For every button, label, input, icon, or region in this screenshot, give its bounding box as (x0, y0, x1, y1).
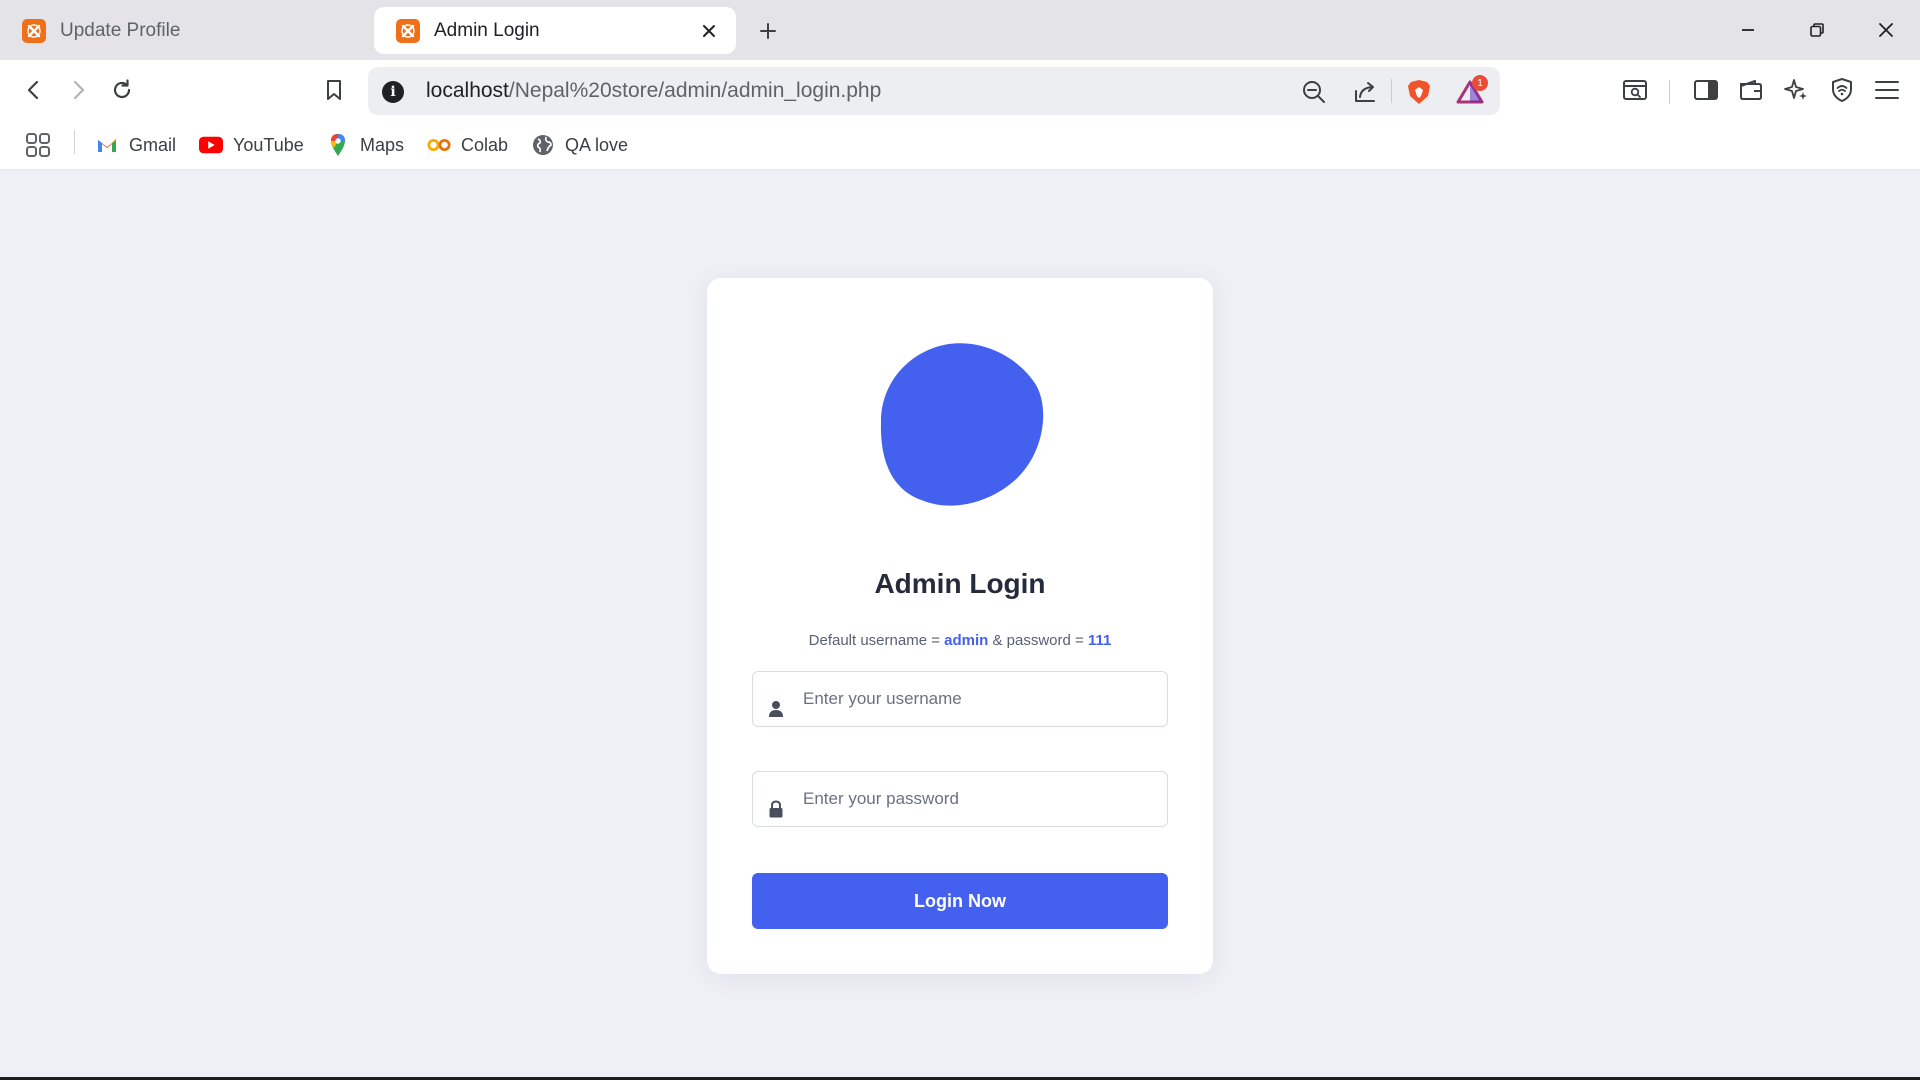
minimize-icon[interactable] (1728, 14, 1768, 46)
bookmark-qa-love[interactable]: QA love (531, 130, 628, 160)
wallet-icon[interactable] (1735, 74, 1767, 106)
youtube-icon (199, 133, 223, 157)
bookmark-label: Gmail (129, 134, 177, 155)
vpn-shield-icon[interactable] (1826, 74, 1858, 106)
username-input[interactable] (803, 672, 1159, 726)
reader-mode-icon[interactable] (1619, 74, 1651, 106)
close-window-icon[interactable] (1866, 14, 1906, 46)
colab-icon (427, 133, 451, 157)
site-info-icon[interactable]: i (382, 81, 404, 103)
brave-shields-icon[interactable] (1404, 77, 1434, 107)
bookmark-label: Colab (461, 134, 509, 155)
share-icon[interactable] (1350, 77, 1380, 107)
forward-icon[interactable] (62, 74, 94, 106)
reload-icon[interactable] (106, 74, 138, 106)
password-field (752, 771, 1168, 827)
tab-admin-login[interactable]: Admin Login (374, 7, 736, 54)
bookmark-label: Maps (360, 134, 405, 155)
bookmark-label: YouTube (233, 134, 304, 155)
login-button[interactable]: Login Now (752, 873, 1168, 929)
username-field (752, 671, 1168, 727)
bookmark-gmail[interactable]: Gmail (95, 130, 176, 160)
bookmarks-bar: Gmail YouTube Maps Colab QA love (0, 120, 1920, 170)
default-credentials-hint: Default username = admin & password = 11… (808, 632, 1112, 649)
maps-icon (326, 133, 350, 157)
user-icon (769, 701, 783, 717)
close-tab-icon[interactable] (698, 20, 720, 42)
login-card: Admin Login Default username = admin & p… (707, 278, 1213, 974)
tab-title: Update Profile (60, 19, 181, 41)
password-input[interactable] (803, 772, 1159, 826)
browser-toolbar: i localhost/Nepal%20store/admin/admin_lo… (0, 60, 1920, 120)
sidebar-toggle-icon[interactable] (1690, 74, 1722, 106)
default-password: 111 (1087, 632, 1112, 649)
apps-grid-icon[interactable] (24, 130, 52, 160)
tab-update-profile[interactable]: Update Profile (0, 7, 360, 54)
bookmark-maps[interactable]: Maps (326, 130, 404, 160)
login-title: Admin Login (874, 568, 1046, 599)
xampp-favicon-icon (396, 18, 420, 43)
tab-title: Admin Login (434, 19, 540, 41)
bookmark-colab[interactable]: Colab (427, 130, 508, 160)
bookmark-youtube[interactable]: YouTube (199, 130, 304, 160)
rewards-badge: 1 (1472, 75, 1488, 91)
url-text[interactable]: localhost/Nepal%20store/admin/admin_logi… (426, 79, 881, 103)
bookmark-icon[interactable] (318, 74, 350, 106)
logo-blob-icon (880, 343, 1044, 506)
back-icon[interactable] (18, 74, 50, 106)
gmail-icon (95, 133, 119, 157)
bookmarks-divider (74, 130, 75, 154)
xampp-favicon-icon (22, 18, 46, 43)
menu-icon[interactable] (1871, 74, 1903, 106)
leo-ai-icon[interactable] (1780, 74, 1812, 106)
restore-icon[interactable] (1797, 14, 1837, 46)
new-tab-icon[interactable] (754, 18, 782, 44)
globe-icon (531, 133, 555, 157)
page-content: Admin Login Default username = admin & p… (0, 171, 1920, 1077)
omnibox-divider (1391, 79, 1392, 103)
zoom-out-icon[interactable] (1299, 77, 1329, 107)
brave-rewards-icon[interactable]: 1 (1455, 75, 1488, 107)
lock-icon (769, 800, 783, 818)
address-bar[interactable]: i localhost/Nepal%20store/admin/admin_lo… (368, 67, 1500, 115)
toolbar-divider (1669, 80, 1670, 104)
tab-strip: Update Profile Admin Login (0, 0, 1920, 60)
bookmark-label: QA love (565, 134, 629, 155)
default-username: admin (944, 632, 989, 649)
